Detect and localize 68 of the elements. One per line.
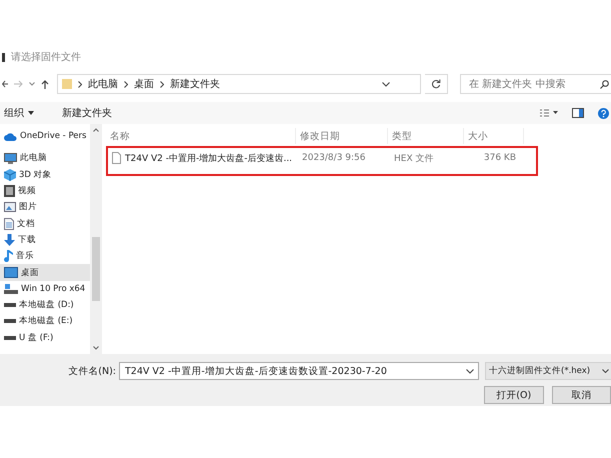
sidebar-item[interactable]: 图片	[0, 199, 90, 216]
open-button[interactable]: 打开(O)	[484, 386, 544, 404]
folder-icon	[62, 79, 72, 89]
sidebar-item[interactable]: 本地磁盘 (D:)	[0, 296, 90, 314]
column-header[interactable]: 类型	[388, 128, 464, 144]
help-icon[interactable]	[598, 108, 609, 118]
preview-pane-icon[interactable]	[572, 108, 584, 118]
file-type-dropdown[interactable]: 十六进制固件文件(*.hex)	[485, 362, 611, 380]
download-arrow-icon	[4, 234, 15, 246]
up-arrow-icon[interactable]	[41, 80, 49, 88]
refresh-icon	[430, 79, 441, 89]
chevron-down-icon[interactable]	[466, 368, 474, 374]
sidebar-item[interactable]: 桌面	[0, 264, 90, 281]
computer-icon	[4, 152, 17, 164]
drive-icon	[4, 336, 16, 340]
filename-field[interactable]: T24V V2 -中置用-增加大齿盘-后变速齿数设置-20230-7-20	[119, 362, 479, 380]
sidebar-item[interactable]: 文档	[0, 215, 90, 232]
search-icon	[600, 80, 609, 88]
picture-icon	[4, 202, 16, 212]
window-title: 请选择固件文件	[11, 50, 81, 64]
sidebar-item[interactable]: OneDrive - Pers	[0, 128, 90, 144]
table-cell-text: 376 KB	[482, 153, 517, 163]
breadcrumb-item[interactable]: 新建文件夹	[170, 77, 220, 91]
chevron-down-icon[interactable]	[382, 82, 390, 86]
new-folder-button[interactable]: 新建文件夹	[60, 104, 114, 122]
sidebar-item[interactable]: 3D 对象	[0, 166, 90, 183]
chevron-down-icon	[602, 369, 609, 373]
sidebar-item[interactable]: 下载	[0, 232, 90, 248]
desktop-icon	[4, 267, 18, 278]
app-icon	[2, 52, 5, 62]
chevron-down-icon[interactable]	[93, 346, 99, 350]
film-icon	[4, 185, 15, 198]
document-icon	[4, 218, 14, 230]
scrollbar-track[interactable]	[90, 124, 102, 354]
chevron-right-icon	[78, 80, 82, 88]
chevron-up-icon[interactable]	[93, 128, 99, 132]
column-header[interactable]: 大小	[464, 128, 524, 144]
breadcrumb-item[interactable]: 桌面	[134, 77, 154, 91]
file-row[interactable]: T24V V2 -中置用-增加大齿盘-后变速齿... 2023/8/3 9:56 HEX 文件 376 KB	[106, 146, 538, 176]
chevron-right-icon	[124, 80, 128, 88]
music-note-icon	[4, 250, 13, 262]
scrollbar-thumb[interactable]	[92, 237, 100, 301]
cube-icon	[4, 168, 16, 181]
cloud-icon	[4, 132, 17, 141]
refresh-button[interactable]	[424, 74, 448, 94]
back-arrow-icon[interactable]	[2, 80, 8, 88]
sidebar-item[interactable]: 视频	[0, 182, 90, 200]
column-header[interactable]: 修改日期	[296, 128, 388, 144]
chevron-right-icon	[160, 80, 164, 88]
sidebar-item[interactable]: 此电脑	[0, 150, 90, 167]
drive-icon	[4, 284, 18, 294]
caret-icon	[28, 111, 34, 115]
file-icon	[112, 152, 121, 164]
drive-icon	[4, 303, 16, 308]
organize-button[interactable]: 组织	[2, 104, 36, 122]
cancel-button[interactable]: 取消	[552, 386, 611, 404]
filename-label: 文件名(N):	[67, 364, 117, 378]
sidebar-item[interactable]: 本地磁盘 (E:)	[0, 313, 90, 330]
table-cell-text: HEX 文件	[393, 152, 434, 164]
breadcrumb-item[interactable]: 此电脑	[88, 77, 118, 91]
drive-icon	[4, 319, 16, 324]
view-options-icon[interactable]	[540, 109, 558, 117]
table-cell-text: 2023/8/3 9:56	[301, 153, 366, 163]
column-header[interactable]: 名称	[106, 128, 296, 144]
table-cell-text: T24V V2 -中置用-增加大齿盘-后变速齿...	[125, 152, 292, 164]
sidebar-item[interactable]: Win 10 Pro x64	[0, 280, 90, 297]
sidebar-item[interactable]: 音乐	[0, 248, 90, 264]
sidebar-item[interactable]: U 盘 (F:)	[0, 330, 90, 346]
